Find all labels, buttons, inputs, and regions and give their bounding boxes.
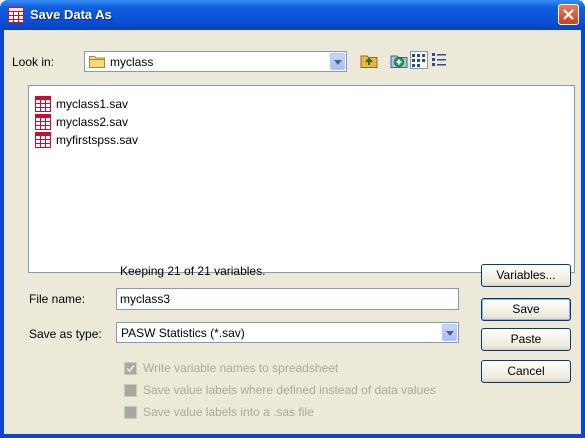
checkbox-label: Save value labels where defined instead … (143, 383, 436, 397)
keeping-variables-text: Keeping 21 of 21 variables. (120, 264, 266, 278)
file-name-field[interactable] (116, 288, 459, 310)
file-name: myclass1.sav (56, 97, 129, 111)
list-view-icon[interactable] (410, 51, 428, 69)
save-value-labels-checkbox[interactable]: Save value labels where defined instead … (124, 382, 436, 398)
file-name: myfirstspss.sav (56, 133, 139, 147)
up-one-level-icon[interactable] (360, 51, 378, 69)
save-data-as-dialog: Save Data As Look in: myclass myclass1.s… (0, 0, 585, 438)
dropdown-arrow[interactable] (442, 324, 457, 341)
chevron-down-icon (446, 331, 454, 336)
create-new-folder-icon[interactable] (390, 51, 408, 69)
cancel-button[interactable]: Cancel (481, 360, 571, 383)
variables-button[interactable]: Variables... (481, 264, 571, 287)
checkmark-icon (126, 364, 135, 372)
title-bar[interactable]: Save Data As (0, 0, 585, 30)
window-title: Save Data As (30, 7, 112, 22)
save-button[interactable]: Save (481, 298, 571, 321)
paste-button[interactable]: Paste (481, 328, 571, 351)
checkbox-label: Save value labels into a .sas file (143, 405, 314, 419)
list-item[interactable]: myclass2.sav (35, 113, 128, 131)
save-as-type-dropdown[interactable]: PASW Statistics (*.sav) (116, 322, 459, 343)
save-as-type-value: PASW Statistics (*.sav) (121, 326, 245, 340)
sav-file-icon (35, 132, 51, 148)
checkbox-box[interactable] (124, 361, 137, 375)
list-item[interactable]: myfirstspss.sav (35, 131, 138, 149)
close-icon (563, 9, 574, 20)
file-list[interactable]: myclass1.sav myclass2.sav myfirstspss.sa… (28, 85, 575, 273)
dialog-body: Look in: myclass myclass1.sav myclass2.s… (4, 30, 581, 434)
write-variable-names-checkbox[interactable]: Write variable names to spreadsheet (124, 360, 338, 376)
dropdown-arrow[interactable] (330, 53, 345, 70)
file-name-input[interactable] (117, 289, 458, 309)
save-as-type-label: Save as type: (29, 327, 102, 341)
look-in-label: Look in: (12, 55, 55, 69)
sav-file-icon (35, 96, 51, 112)
data-file-icon (8, 7, 24, 23)
close-button[interactable] (558, 4, 579, 25)
checkbox-label: Write variable names to spreadsheet (143, 361, 339, 375)
details-view-icon[interactable] (430, 51, 448, 69)
save-sas-file-checkbox[interactable]: Save value labels into a .sas file (124, 404, 314, 420)
file-name: myclass2.sav (56, 115, 129, 129)
look-in-dropdown[interactable]: myclass (84, 51, 347, 72)
checkbox-box[interactable] (124, 405, 137, 419)
list-item[interactable]: myclass1.sav (35, 95, 128, 113)
chevron-down-icon (334, 60, 342, 65)
sav-file-icon (35, 114, 51, 130)
checkbox-box[interactable] (124, 383, 137, 397)
folder-icon (89, 56, 105, 68)
look-in-value: myclass (110, 55, 154, 69)
file-name-label: File name: (29, 292, 86, 306)
